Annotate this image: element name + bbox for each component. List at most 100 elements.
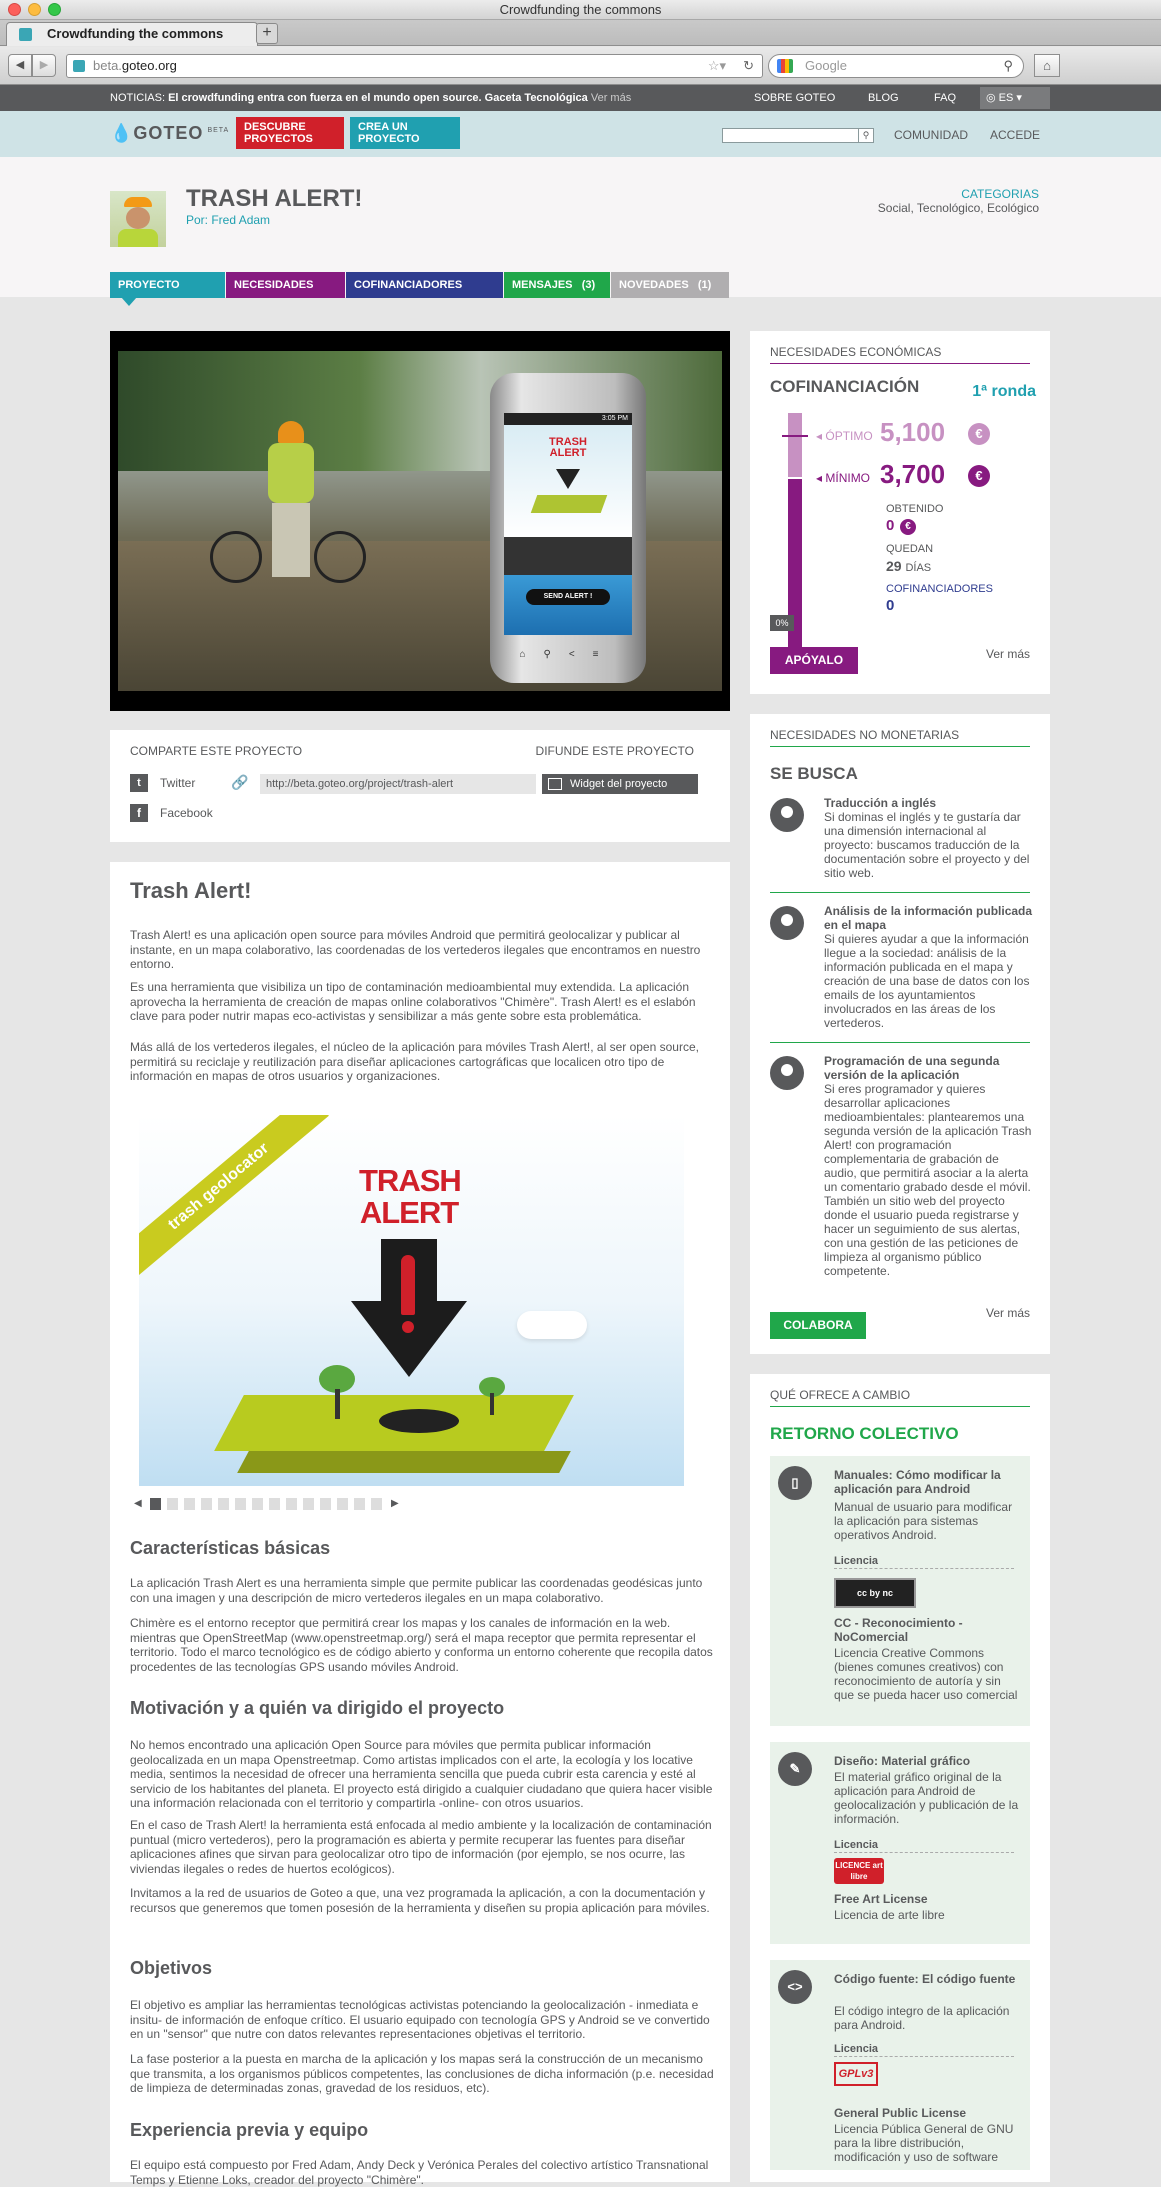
site-search-input[interactable]	[722, 128, 862, 143]
phone-app-title: TRASH ALERT	[504, 437, 632, 459]
tab-project[interactable]: PROYECTO	[110, 272, 225, 298]
minimum-marker	[782, 477, 808, 479]
globe-icon: ◎	[986, 92, 996, 104]
window-title: Crowdfunding the commons	[499, 2, 662, 17]
site-header: 💧GOTEO BETA DESCUBRE PROYECTOS CREA UN PR…	[0, 111, 1161, 157]
platform-edge	[237, 1451, 571, 1473]
discover-projects-button[interactable]: DESCUBRE PROYECTOS	[236, 117, 344, 149]
reward-card: ✎ Diseño: Material gráfico El material g…	[770, 1742, 1030, 1944]
helmet-shape	[124, 197, 152, 207]
goteo-logo[interactable]: 💧GOTEO BETA	[110, 123, 229, 144]
facebook-link[interactable]: Facebook	[160, 806, 213, 820]
forward-button[interactable]: ▶	[32, 54, 56, 77]
reward-title: Código fuente: El código fuente	[834, 1972, 1016, 1986]
slider-dot-active[interactable]	[150, 1498, 161, 1510]
link-icon: 🔗	[231, 774, 249, 790]
days-label: DÍAS	[905, 562, 932, 574]
tab-backers[interactable]: COFINANCIADORES	[346, 272, 503, 298]
site-search-icon[interactable]: ⚲	[858, 128, 874, 143]
news-headline[interactable]: El crowdfunding entra con fuerza en el m…	[168, 92, 588, 104]
back-button[interactable]: ◀	[8, 54, 32, 77]
section-paragraph: El objetivo es ampliar las herramientas …	[130, 1998, 710, 2041]
tab-count: (1)	[697, 279, 712, 291]
blog-link[interactable]: BLOG	[868, 85, 899, 111]
funding-divider	[770, 363, 1030, 364]
funding-more-link[interactable]: Ver más	[986, 647, 1030, 661]
create-project-button[interactable]: CREA UN PROYECTO	[350, 117, 460, 149]
faq-link[interactable]: FAQ	[934, 85, 956, 111]
search-placeholder: Google	[805, 58, 847, 73]
gpl-license-badge[interactable]: GPLv3	[834, 2062, 878, 2086]
news-more-link[interactable]: Ver más	[591, 92, 631, 104]
reward-text: Manual de usuario para modificar la apli…	[834, 1500, 1013, 1542]
license-divider	[834, 1852, 1014, 1853]
project-author-link[interactable]: Por: Fred Adam	[186, 213, 270, 227]
person-shirt	[268, 443, 314, 503]
license-divider	[834, 1568, 1014, 1569]
license-divider	[834, 2056, 1014, 2057]
phone-platform	[530, 495, 608, 513]
section-paragraph: No hemos encontrado una aplicación Open …	[130, 1738, 713, 1810]
tab-updates[interactable]: NOVEDADES (1)	[611, 272, 729, 298]
browser-tab[interactable]: Crowdfunding the commons	[6, 22, 258, 46]
twitter-link[interactable]: Twitter	[160, 776, 195, 790]
minimize-window-button[interactable]	[28, 3, 41, 16]
facebook-icon[interactable]: f	[130, 804, 148, 822]
collaboration-icon	[770, 798, 804, 832]
google-search-field[interactable]: Google ⚲	[768, 54, 1024, 78]
exclamation-dot	[402, 1321, 414, 1333]
news-bar: NOTICIAS: El crowdfunding entra con fuer…	[0, 85, 1161, 111]
need-title: Traducción a inglés	[824, 796, 937, 810]
bookmark-star-icon[interactable]: ☆▾	[708, 55, 726, 77]
cc-license-badge[interactable]: cc by nc	[834, 1578, 916, 1608]
browser-toolbar: ◀ ▶ beta.goteo.org ☆▾ ↻ Google ⚲ ⌂	[0, 47, 1161, 85]
slider-prev-icon[interactable]: ◀	[134, 1498, 142, 1509]
phone-send-button: SEND ALERT !	[526, 589, 610, 605]
community-link[interactable]: COMUNIDAD	[894, 128, 968, 142]
funding-percent: 0%	[770, 615, 794, 631]
collaborate-button[interactable]: COLABORA	[770, 1312, 866, 1339]
tree-trunk	[335, 1389, 340, 1419]
widget-button[interactable]: Widget del proyecto	[542, 774, 698, 794]
obtained-amount: 0	[886, 517, 895, 534]
backers-count: 0	[886, 597, 895, 614]
drop-icon: 💧	[110, 123, 134, 143]
optimum-label: ◂ ÓPTIMO	[816, 429, 873, 443]
new-tab-button[interactable]: +	[256, 23, 278, 44]
tab-count: (3)	[581, 279, 596, 291]
home-button[interactable]: ⌂	[1034, 54, 1060, 77]
widget-icon	[548, 778, 562, 790]
needs-more-link[interactable]: Ver más	[986, 1306, 1030, 1320]
reload-icon[interactable]: ↻	[743, 55, 754, 77]
tab-needs[interactable]: NECESIDADES	[226, 272, 345, 298]
share-panel: COMPARTE ESTE PROYECTO t Twitter f Faceb…	[110, 730, 730, 842]
rewards-divider	[770, 1406, 1030, 1407]
categories-list[interactable]: Social, Tecnológico, Ecológico	[878, 201, 1039, 215]
tab-label: NOVEDADES	[619, 279, 689, 291]
project-url-field[interactable]: http://beta.goteo.org/project/trash-aler…	[260, 774, 536, 794]
address-bar[interactable]: beta.goteo.org ☆▾ ↻	[66, 54, 763, 78]
language-selector[interactable]: ◎ ES ▾	[980, 87, 1050, 109]
zoom-window-button[interactable]	[48, 3, 61, 16]
tab-messages[interactable]: MENSAJES (3)	[504, 272, 610, 298]
search-icon[interactable]: ⚲	[1003, 55, 1013, 77]
about-link[interactable]: SOBRE GOTEO	[754, 85, 835, 111]
login-link[interactable]: ACCEDE	[990, 128, 1040, 142]
backers-label: COFINANCIADORES	[886, 583, 993, 595]
tab-label: MENSAJES	[512, 279, 573, 291]
intro-paragraph: Más allá de los vertederos ilegales, el …	[130, 1040, 699, 1083]
author-avatar[interactable]	[110, 191, 166, 247]
slider-next-icon[interactable]: ▶	[391, 1498, 399, 1509]
project-video[interactable]: 3:05 PM TRASH ALERT SEND ALERT ! ⌂⚲<≡	[110, 331, 730, 711]
news-text: NOTICIAS: El crowdfunding entra con fuer…	[110, 85, 631, 111]
section-title: Motivación y a quién va dirigido el proy…	[130, 1698, 505, 1718]
free-art-license-badge[interactable]: LICENCE art libre	[834, 1858, 884, 1884]
needs-panel: NECESIDADES NO MONETARIAS SE BUSCA Tradu…	[750, 714, 1050, 1354]
twitter-icon[interactable]: t	[130, 774, 148, 792]
close-window-button[interactable]	[8, 3, 21, 16]
support-button[interactable]: APÓYALO	[770, 647, 858, 674]
person-pants	[272, 503, 310, 577]
slider-dots[interactable]	[150, 1498, 386, 1510]
project-description: Trash Alert! Trash Alert! es una aplicac…	[110, 862, 730, 2187]
phone-status-bar: 3:05 PM	[504, 413, 632, 425]
